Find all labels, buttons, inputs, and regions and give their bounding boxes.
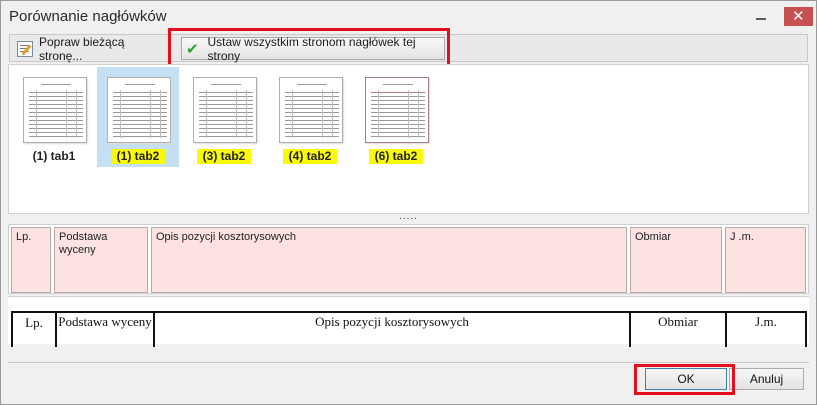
scanned-header-panel: Lp. Podstawa wyceny Opis pozycji kosztor…	[8, 296, 809, 347]
header-preview-panel: Lp. Podstawa wyceny Opis pozycji kosztor…	[8, 224, 809, 294]
thumbnail-item[interactable]: (4) tab2	[269, 67, 351, 167]
page-thumbnail	[193, 77, 257, 143]
scan-cell-basis: Podstawa wyceny	[55, 313, 153, 347]
thumbnail-label: (6) tab2	[368, 149, 424, 164]
header-cell-quantity: Obmiar	[630, 227, 722, 293]
header-cell-unit: J .m.	[725, 227, 806, 293]
thumbnail-item[interactable]: (1) tab1	[13, 67, 95, 167]
annotation-highlight-ok	[634, 364, 735, 395]
fix-current-page-label: Popraw bieżącą stronę...	[39, 34, 125, 63]
scan-cell-quantity: Obmiar	[629, 313, 725, 347]
thumbnail-label: (3) tab2	[196, 149, 252, 164]
scan-cell-unit: J.m.	[725, 313, 807, 347]
page-thumbnail	[279, 77, 343, 143]
scan-cell-description: Opis pozycji kosztorysowych	[153, 313, 629, 347]
page-thumbnail	[23, 77, 87, 143]
header-cell-description: Opis pozycji kosztorysowych	[151, 227, 627, 293]
window-title: Porównanie nagłówków	[9, 8, 167, 25]
page-thumbnail	[107, 77, 171, 143]
annotation-highlight-toolbar	[168, 28, 450, 67]
page-thumbnail	[365, 77, 429, 143]
scanned-header-row: Lp. Podstawa wyceny Opis pozycji kosztor…	[11, 311, 807, 347]
edit-page-icon	[17, 40, 33, 57]
cancel-button[interactable]: Anuluj	[729, 368, 804, 390]
header-cell-lp: Lp.	[11, 227, 51, 293]
footer-divider	[8, 362, 809, 363]
panel-splitter[interactable]: .....	[8, 212, 809, 224]
thumbnail-label: (1) tab2	[110, 149, 166, 164]
scan-cell-lp: Lp.	[11, 313, 55, 347]
fix-current-page-button[interactable]: Popraw bieżącą stronę...	[13, 34, 171, 63]
header-cell-basis: Podstawa wyceny	[54, 227, 148, 293]
thumbnail-label: (4) tab2	[282, 149, 338, 164]
thumbnail-item[interactable]: (6) tab2	[355, 67, 437, 167]
thumbnail-label: (1) tab1	[32, 149, 76, 163]
page-thumbnails-panel: (1) tab1 (1) tab2 (3) tab2 (4) tab2 (6) …	[8, 64, 809, 214]
close-icon[interactable]: ✕	[784, 7, 813, 26]
minimize-icon[interactable]	[753, 10, 769, 24]
thumbnail-item-selected[interactable]: (1) tab2	[97, 67, 179, 167]
thumbnail-item[interactable]: (3) tab2	[183, 67, 265, 167]
